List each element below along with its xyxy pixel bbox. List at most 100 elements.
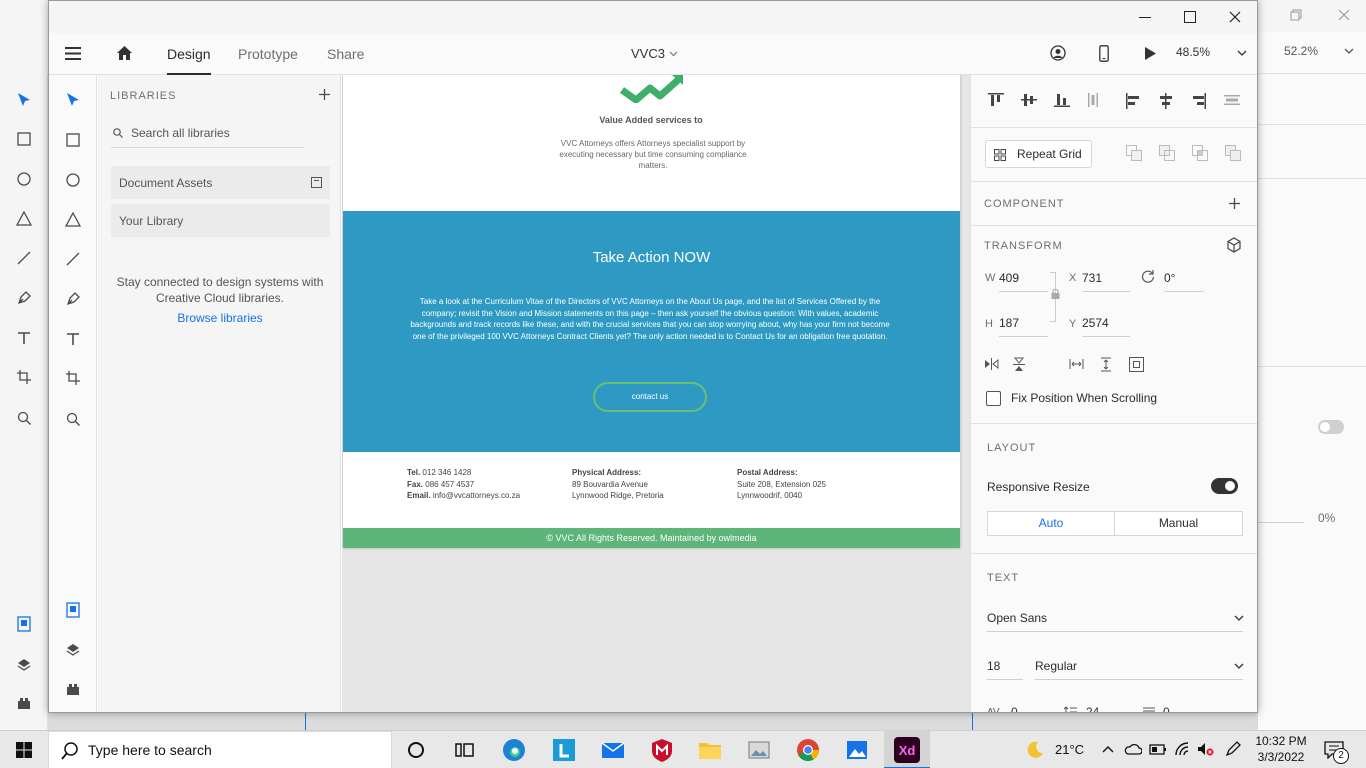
design-canvas[interactable]: Value Added services to VVC Attorneys of… (342, 75, 970, 712)
flip-horizontal-icon[interactable] (984, 358, 999, 370)
your-library-item[interactable]: Your Library (111, 204, 330, 237)
line-tool-icon[interactable] (66, 252, 80, 266)
artboard-tool-icon[interactable] (17, 370, 31, 384)
tab-share[interactable]: Share (327, 33, 364, 75)
take-action-section[interactable]: Take Action NOW Take a look at the Curri… (343, 211, 960, 452)
zoom-tool-icon[interactable] (17, 411, 31, 425)
boolean-subtract-icon[interactable] (1159, 145, 1175, 161)
file-explorer-icon[interactable] (696, 736, 724, 764)
ellipse-tool-icon[interactable] (66, 173, 80, 187)
chevron-down-icon[interactable] (1237, 50, 1247, 56)
width-field[interactable]: 409 (999, 271, 1048, 292)
responsive-resize-toggle[interactable] (1211, 478, 1238, 494)
rectangle-tool-icon[interactable] (66, 133, 80, 147)
wifi-icon[interactable] (1174, 741, 1192, 757)
cortana-icon[interactable] (402, 736, 430, 764)
character-spacing-field[interactable]: 0 (1011, 705, 1018, 712)
background-toggle[interactable] (1318, 420, 1344, 434)
triangle-tool-icon[interactable] (16, 211, 32, 226)
boolean-add-icon[interactable] (1126, 145, 1142, 161)
font-size-field[interactable]: 18 (987, 659, 1023, 680)
mcafee-icon[interactable] (648, 736, 676, 764)
flip-vertical-icon[interactable] (1013, 357, 1025, 372)
font-family-select[interactable]: Open Sans (987, 611, 1244, 632)
triangle-tool-icon[interactable] (65, 212, 81, 227)
chevron-down-icon[interactable] (669, 51, 678, 57)
close-icon[interactable] (1229, 11, 1241, 23)
battery-icon[interactable] (1149, 742, 1167, 756)
device-preview-icon[interactable] (1099, 45, 1109, 62)
boolean-intersect-icon[interactable] (1192, 145, 1208, 161)
chevron-up-icon[interactable] (1102, 745, 1114, 753)
play-preview-icon[interactable] (1144, 46, 1157, 61)
artboard[interactable]: Value Added services to VVC Attorneys of… (343, 75, 960, 548)
pen-tool-icon[interactable] (17, 290, 31, 305)
manual-option[interactable]: Manual (1115, 512, 1242, 535)
text-tool-icon[interactable] (17, 331, 31, 345)
zoom-level[interactable]: 48.5% (1176, 45, 1210, 59)
onedrive-icon[interactable] (1124, 742, 1142, 756)
libraries-panel-icon[interactable] (66, 602, 80, 618)
hamburger-menu-icon[interactable] (65, 47, 81, 60)
l-app-icon[interactable] (550, 736, 578, 764)
close-icon[interactable] (1338, 9, 1350, 21)
line-spacing-field[interactable]: 24 (1086, 705, 1099, 712)
clock[interactable]: 10:32 PM 3/3/2022 (1254, 733, 1308, 765)
distribute-horizontal-icon[interactable] (1224, 95, 1240, 105)
restore-icon[interactable] (1290, 9, 1302, 21)
zoom-tool-icon[interactable] (66, 412, 80, 426)
select-tool-icon[interactable] (17, 92, 31, 108)
rotation-field[interactable]: 0° (1164, 271, 1204, 292)
artboard-tool-icon[interactable] (66, 371, 80, 385)
xd-taskbar-button[interactable]: Xd (884, 731, 930, 768)
align-center-icon[interactable] (1159, 93, 1173, 109)
align-left-icon[interactable] (1126, 93, 1140, 109)
tab-prototype[interactable]: Prototype (238, 33, 298, 75)
libraries-panel-icon[interactable] (17, 616, 31, 632)
font-weight-select[interactable]: Regular (1035, 659, 1244, 680)
align-middle-icon[interactable] (1021, 93, 1037, 107)
plugins-icon[interactable] (17, 698, 31, 710)
height-field[interactable]: 187 (999, 316, 1048, 337)
boolean-exclude-icon[interactable] (1225, 145, 1241, 161)
home-icon[interactable] (116, 45, 133, 61)
maximize-icon[interactable] (1184, 11, 1196, 23)
fix-position-checkbox[interactable] (986, 391, 1001, 406)
select-tool-icon[interactable] (66, 92, 80, 108)
line-tool-icon[interactable] (17, 251, 31, 265)
edge-browser-icon[interactable] (500, 736, 528, 764)
align-top-icon[interactable] (988, 93, 1004, 107)
background-opacity-value[interactable]: 0% (1318, 511, 1335, 525)
taskbar-search-box[interactable]: Type here to search (48, 731, 392, 768)
weather-moon-icon[interactable] (1026, 740, 1044, 758)
ellipse-tool-icon[interactable] (17, 172, 31, 186)
pen-workspace-icon[interactable] (1224, 741, 1242, 757)
photo-viewer-icon[interactable] (745, 736, 773, 764)
mail-icon[interactable] (599, 736, 627, 764)
paragraph-spacing-field[interactable]: 0 (1163, 705, 1170, 712)
windows-start-icon[interactable] (16, 742, 32, 758)
chevron-down-icon[interactable] (1344, 48, 1354, 54)
lock-icon[interactable] (1051, 289, 1060, 299)
add-library-icon[interactable] (319, 89, 330, 100)
add-component-icon[interactable] (1229, 198, 1240, 209)
fixed-width-icon[interactable] (1069, 358, 1084, 370)
temperature[interactable]: 21°C (1055, 742, 1084, 757)
user-invite-icon[interactable] (1049, 45, 1067, 62)
browse-libraries-link[interactable]: Browse libraries (110, 311, 330, 325)
auto-option[interactable]: Auto (988, 512, 1115, 535)
3d-transform-icon[interactable] (1226, 237, 1242, 253)
volume-muted-icon[interactable] (1196, 741, 1214, 757)
contact-us-button[interactable]: contact us (593, 382, 707, 412)
x-field[interactable]: 731 (1082, 271, 1130, 292)
align-right-icon[interactable] (1192, 93, 1206, 109)
plugins-icon[interactable] (66, 684, 80, 696)
distribute-vertical-icon[interactable] (1088, 93, 1098, 107)
tab-design[interactable]: Design (167, 33, 211, 75)
fixed-height-icon[interactable] (1100, 357, 1112, 372)
layers-icon[interactable] (66, 643, 80, 657)
fit-content-icon[interactable] (1129, 357, 1144, 372)
align-bottom-icon[interactable] (1054, 93, 1070, 107)
background-zoom-value[interactable]: 52.2% (1284, 44, 1318, 58)
rectangle-tool-icon[interactable] (17, 132, 31, 146)
